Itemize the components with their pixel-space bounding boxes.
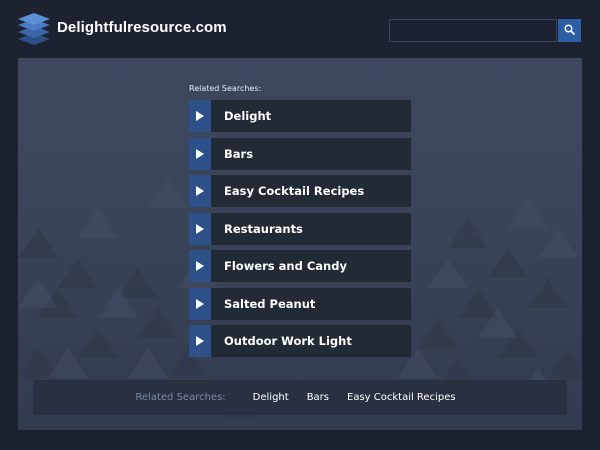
related-link-label: Salted Peanut [224, 296, 316, 311]
site-name[interactable]: Delightfulresource.com [57, 19, 227, 36]
related-link-restaurants[interactable]: Restaurants [189, 212, 411, 245]
play-arrow-icon [196, 186, 204, 196]
related-link-label: Restaurants [224, 221, 303, 236]
search-icon [564, 23, 575, 38]
search-button[interactable] [558, 19, 581, 42]
play-arrow-icon [196, 336, 204, 346]
related-link-label: Flowers and Candy [224, 259, 347, 273]
related-link-bars[interactable]: Bars [189, 137, 411, 170]
play-arrow-icon [196, 298, 204, 309]
related-link-salted-peanut[interactable]: Salted Peanut [189, 287, 411, 320]
related-link-flowers-and-candy[interactable]: Flowers and Candy [189, 250, 411, 282]
footer-link-bars[interactable]: Bars [307, 392, 329, 403]
arrow-box [189, 325, 211, 357]
stacked-layers-icon[interactable] [17, 12, 51, 46]
search-input[interactable] [389, 19, 557, 42]
arrow-box [189, 212, 211, 245]
play-arrow-icon [196, 111, 204, 121]
footer-link-easy-cocktail-recipes[interactable]: Easy Cocktail Recipes [347, 392, 456, 403]
related-link-label: Delight [224, 109, 272, 123]
related-links-list: Delight Bars Easy Cocktail Recipes Resta… [189, 100, 411, 363]
play-arrow-icon [196, 148, 204, 159]
footer-related-label: Related Searches: [135, 392, 226, 403]
footer-related-bar: Related Searches: Delight Bars Easy Cock… [33, 380, 567, 415]
related-link-delight[interactable]: Delight [189, 100, 411, 132]
arrow-box [189, 137, 211, 170]
arrow-box [189, 175, 211, 207]
arrow-box [189, 100, 211, 132]
related-link-outdoor-work-light[interactable]: Outdoor Work Light [189, 325, 411, 357]
play-arrow-icon [196, 223, 204, 234]
related-searches-title: Related Searches: [189, 84, 262, 93]
related-link-label: Easy Cocktail Recipes [224, 184, 365, 198]
related-link-label: Bars [224, 146, 254, 161]
header: Delightfulresource.com [0, 0, 600, 58]
related-link-label: Outdoor Work Light [224, 334, 352, 348]
related-link-easy-cocktail-recipes[interactable]: Easy Cocktail Recipes [189, 175, 411, 207]
arrow-box [189, 287, 211, 320]
play-arrow-icon [196, 261, 204, 271]
footer-link-delight[interactable]: Delight [253, 392, 289, 403]
arrow-box [189, 250, 211, 282]
